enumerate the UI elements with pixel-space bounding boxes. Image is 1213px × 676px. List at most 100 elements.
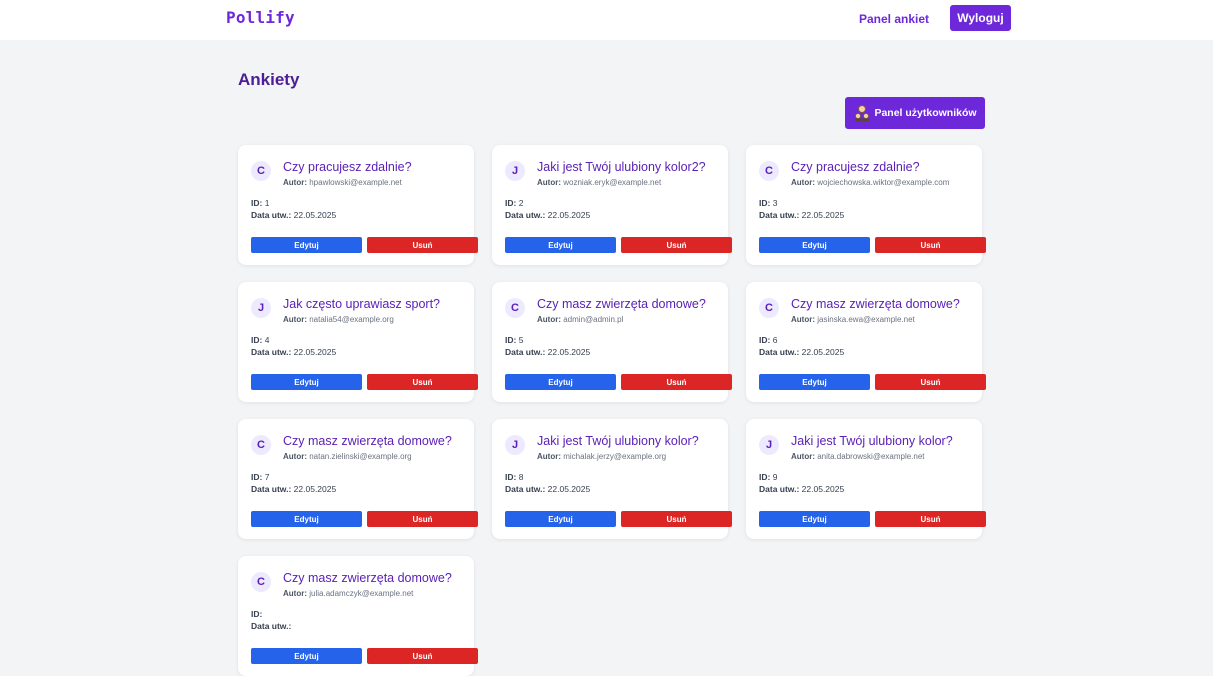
survey-author: Autor: wozniak.eryk@example.net bbox=[537, 178, 661, 187]
survey-card: J Jaki jest Twój ulubiony kolor2? Autor: w… bbox=[492, 145, 732, 265]
survey-avatar: C bbox=[251, 435, 271, 455]
survey-created: Data utw.: 22.05.2025 bbox=[759, 210, 844, 220]
created-label: Data utw.: bbox=[251, 210, 292, 220]
author-label: Autor: bbox=[791, 452, 815, 461]
created-label: Data utw.: bbox=[505, 347, 546, 357]
users-icon bbox=[853, 104, 871, 122]
survey-created: Data utw.: 22.05.2025 bbox=[505, 484, 590, 494]
survey-id: ID: 5 bbox=[505, 335, 523, 345]
created-value: 22.05.2025 bbox=[293, 484, 337, 494]
delete-button[interactable]: Usuń bbox=[621, 237, 732, 253]
id-label: ID: bbox=[505, 335, 517, 345]
delete-button[interactable]: Usuń bbox=[367, 374, 478, 390]
id-value: 9 bbox=[772, 472, 778, 482]
author-email: jasinska.ewa@example.net bbox=[817, 315, 915, 324]
survey-id: ID: 1 bbox=[251, 198, 269, 208]
created-value: 22.05.2025 bbox=[547, 484, 591, 494]
delete-button[interactable]: Usuń bbox=[367, 237, 478, 253]
survey-title: Jaki jest Twój ulubiony kolor? bbox=[791, 434, 953, 448]
id-label: ID: bbox=[251, 335, 263, 345]
survey-avatar: C bbox=[759, 298, 779, 318]
delete-button[interactable]: Usuń bbox=[621, 374, 732, 390]
survey-card: C Czy masz zwierzęta domowe? Autor: jasins… bbox=[746, 282, 986, 402]
survey-card: C Czy pracujesz zdalnie? Autor: wojciechow… bbox=[746, 145, 986, 265]
id-value: 4 bbox=[264, 335, 270, 345]
author-label: Autor: bbox=[537, 452, 561, 461]
survey-author: Autor: jasinska.ewa@example.net bbox=[791, 315, 915, 324]
edit-button[interactable]: Edytuj bbox=[759, 511, 870, 527]
survey-created: Data utw.: 22.05.2025 bbox=[505, 347, 590, 357]
survey-id: ID: 4 bbox=[251, 335, 269, 345]
survey-avatar: C bbox=[505, 298, 525, 318]
logout-button[interactable]: Wyloguj bbox=[950, 5, 1011, 31]
survey-avatar: J bbox=[505, 435, 525, 455]
survey-author: Autor: michalak.jerzy@example.org bbox=[537, 452, 666, 461]
panel-ankiet-link[interactable]: Panel ankiet bbox=[859, 12, 929, 26]
edit-button[interactable]: Edytuj bbox=[505, 237, 616, 253]
author-label: Autor: bbox=[283, 452, 307, 461]
survey-id: ID: 6 bbox=[759, 335, 777, 345]
delete-button[interactable]: Usuń bbox=[875, 374, 986, 390]
edit-button[interactable]: Edytuj bbox=[251, 648, 362, 664]
survey-card: C Czy pracujesz zdalnie? Autor: hpawlowski… bbox=[238, 145, 478, 265]
id-value: 6 bbox=[772, 335, 778, 345]
survey-id: ID: 7 bbox=[251, 472, 269, 482]
id-label: ID: bbox=[251, 198, 263, 208]
delete-button[interactable]: Usuń bbox=[875, 511, 986, 527]
survey-id: ID: 3 bbox=[759, 198, 777, 208]
id-value: 7 bbox=[264, 472, 270, 482]
top-navbar: Pollify Panel ankiet Wyloguj bbox=[0, 0, 1213, 40]
author-label: Autor: bbox=[537, 315, 561, 324]
survey-created: Data utw.: 22.05.2025 bbox=[505, 210, 590, 220]
edit-button[interactable]: Edytuj bbox=[505, 374, 616, 390]
delete-button[interactable]: Usuń bbox=[367, 511, 478, 527]
edit-button[interactable]: Edytuj bbox=[251, 237, 362, 253]
edit-button[interactable]: Edytuj bbox=[505, 511, 616, 527]
survey-author: Autor: natalia54@example.org bbox=[283, 315, 394, 324]
edit-button[interactable]: Edytuj bbox=[759, 374, 870, 390]
survey-created: Data utw.: 22.05.2025 bbox=[759, 484, 844, 494]
author-label: Autor: bbox=[283, 315, 307, 324]
survey-id: ID: 8 bbox=[505, 472, 523, 482]
survey-title: Czy masz zwierzęta domowe? bbox=[283, 571, 452, 585]
delete-button[interactable]: Usuń bbox=[875, 237, 986, 253]
edit-button[interactable]: Edytuj bbox=[759, 237, 870, 253]
survey-author: Autor: admin@admin.pl bbox=[537, 315, 623, 324]
id-label: ID: bbox=[505, 198, 517, 208]
survey-avatar: J bbox=[759, 435, 779, 455]
survey-created: Data utw.: 22.05.2025 bbox=[251, 210, 336, 220]
survey-title: Czy masz zwierzęta domowe? bbox=[283, 434, 452, 448]
delete-button[interactable]: Usuń bbox=[367, 648, 478, 664]
survey-title: Czy pracujesz zdalnie? bbox=[283, 160, 412, 174]
created-value: 22.05.2025 bbox=[801, 484, 845, 494]
brand-logo[interactable]: Pollify bbox=[226, 8, 295, 27]
created-label: Data utw.: bbox=[251, 347, 292, 357]
edit-button[interactable]: Edytuj bbox=[251, 511, 362, 527]
users-panel-button[interactable]: Panel użytkowników bbox=[845, 97, 985, 129]
id-label: ID: bbox=[759, 198, 771, 208]
created-value: 22.05.2025 bbox=[293, 347, 337, 357]
created-label: Data utw.: bbox=[251, 484, 292, 494]
author-label: Autor: bbox=[791, 315, 815, 324]
survey-avatar: C bbox=[251, 161, 271, 181]
survey-author: Autor: natan.zielinski@example.org bbox=[283, 452, 412, 461]
author-email: michalak.jerzy@example.org bbox=[563, 452, 667, 461]
survey-card: C Czy masz zwierzęta domowe? Autor: julia.… bbox=[238, 556, 478, 676]
survey-created: Data utw.: 22.05.2025 bbox=[251, 484, 336, 494]
id-value: 8 bbox=[518, 472, 524, 482]
survey-created: Data utw.: 22.05.2025 bbox=[759, 347, 844, 357]
survey-author: Autor: julia.adamczyk@example.net bbox=[283, 589, 413, 598]
survey-title: Jak często uprawiasz sport? bbox=[283, 297, 441, 311]
survey-created: Data utw.: bbox=[251, 621, 291, 631]
created-label: Data utw.: bbox=[505, 210, 546, 220]
page-title: Ankiety bbox=[238, 70, 300, 89]
author-email: wojciechowska.wiktor@example.com bbox=[817, 178, 950, 187]
id-value: 2 bbox=[518, 198, 524, 208]
id-label: ID: bbox=[251, 472, 263, 482]
survey-id: ID: 2 bbox=[505, 198, 523, 208]
survey-title: Czy pracujesz zdalnie? bbox=[791, 160, 920, 174]
author-email: admin@admin.pl bbox=[563, 315, 624, 324]
created-label: Data utw.: bbox=[759, 347, 800, 357]
delete-button[interactable]: Usuń bbox=[621, 511, 732, 527]
edit-button[interactable]: Edytuj bbox=[251, 374, 362, 390]
